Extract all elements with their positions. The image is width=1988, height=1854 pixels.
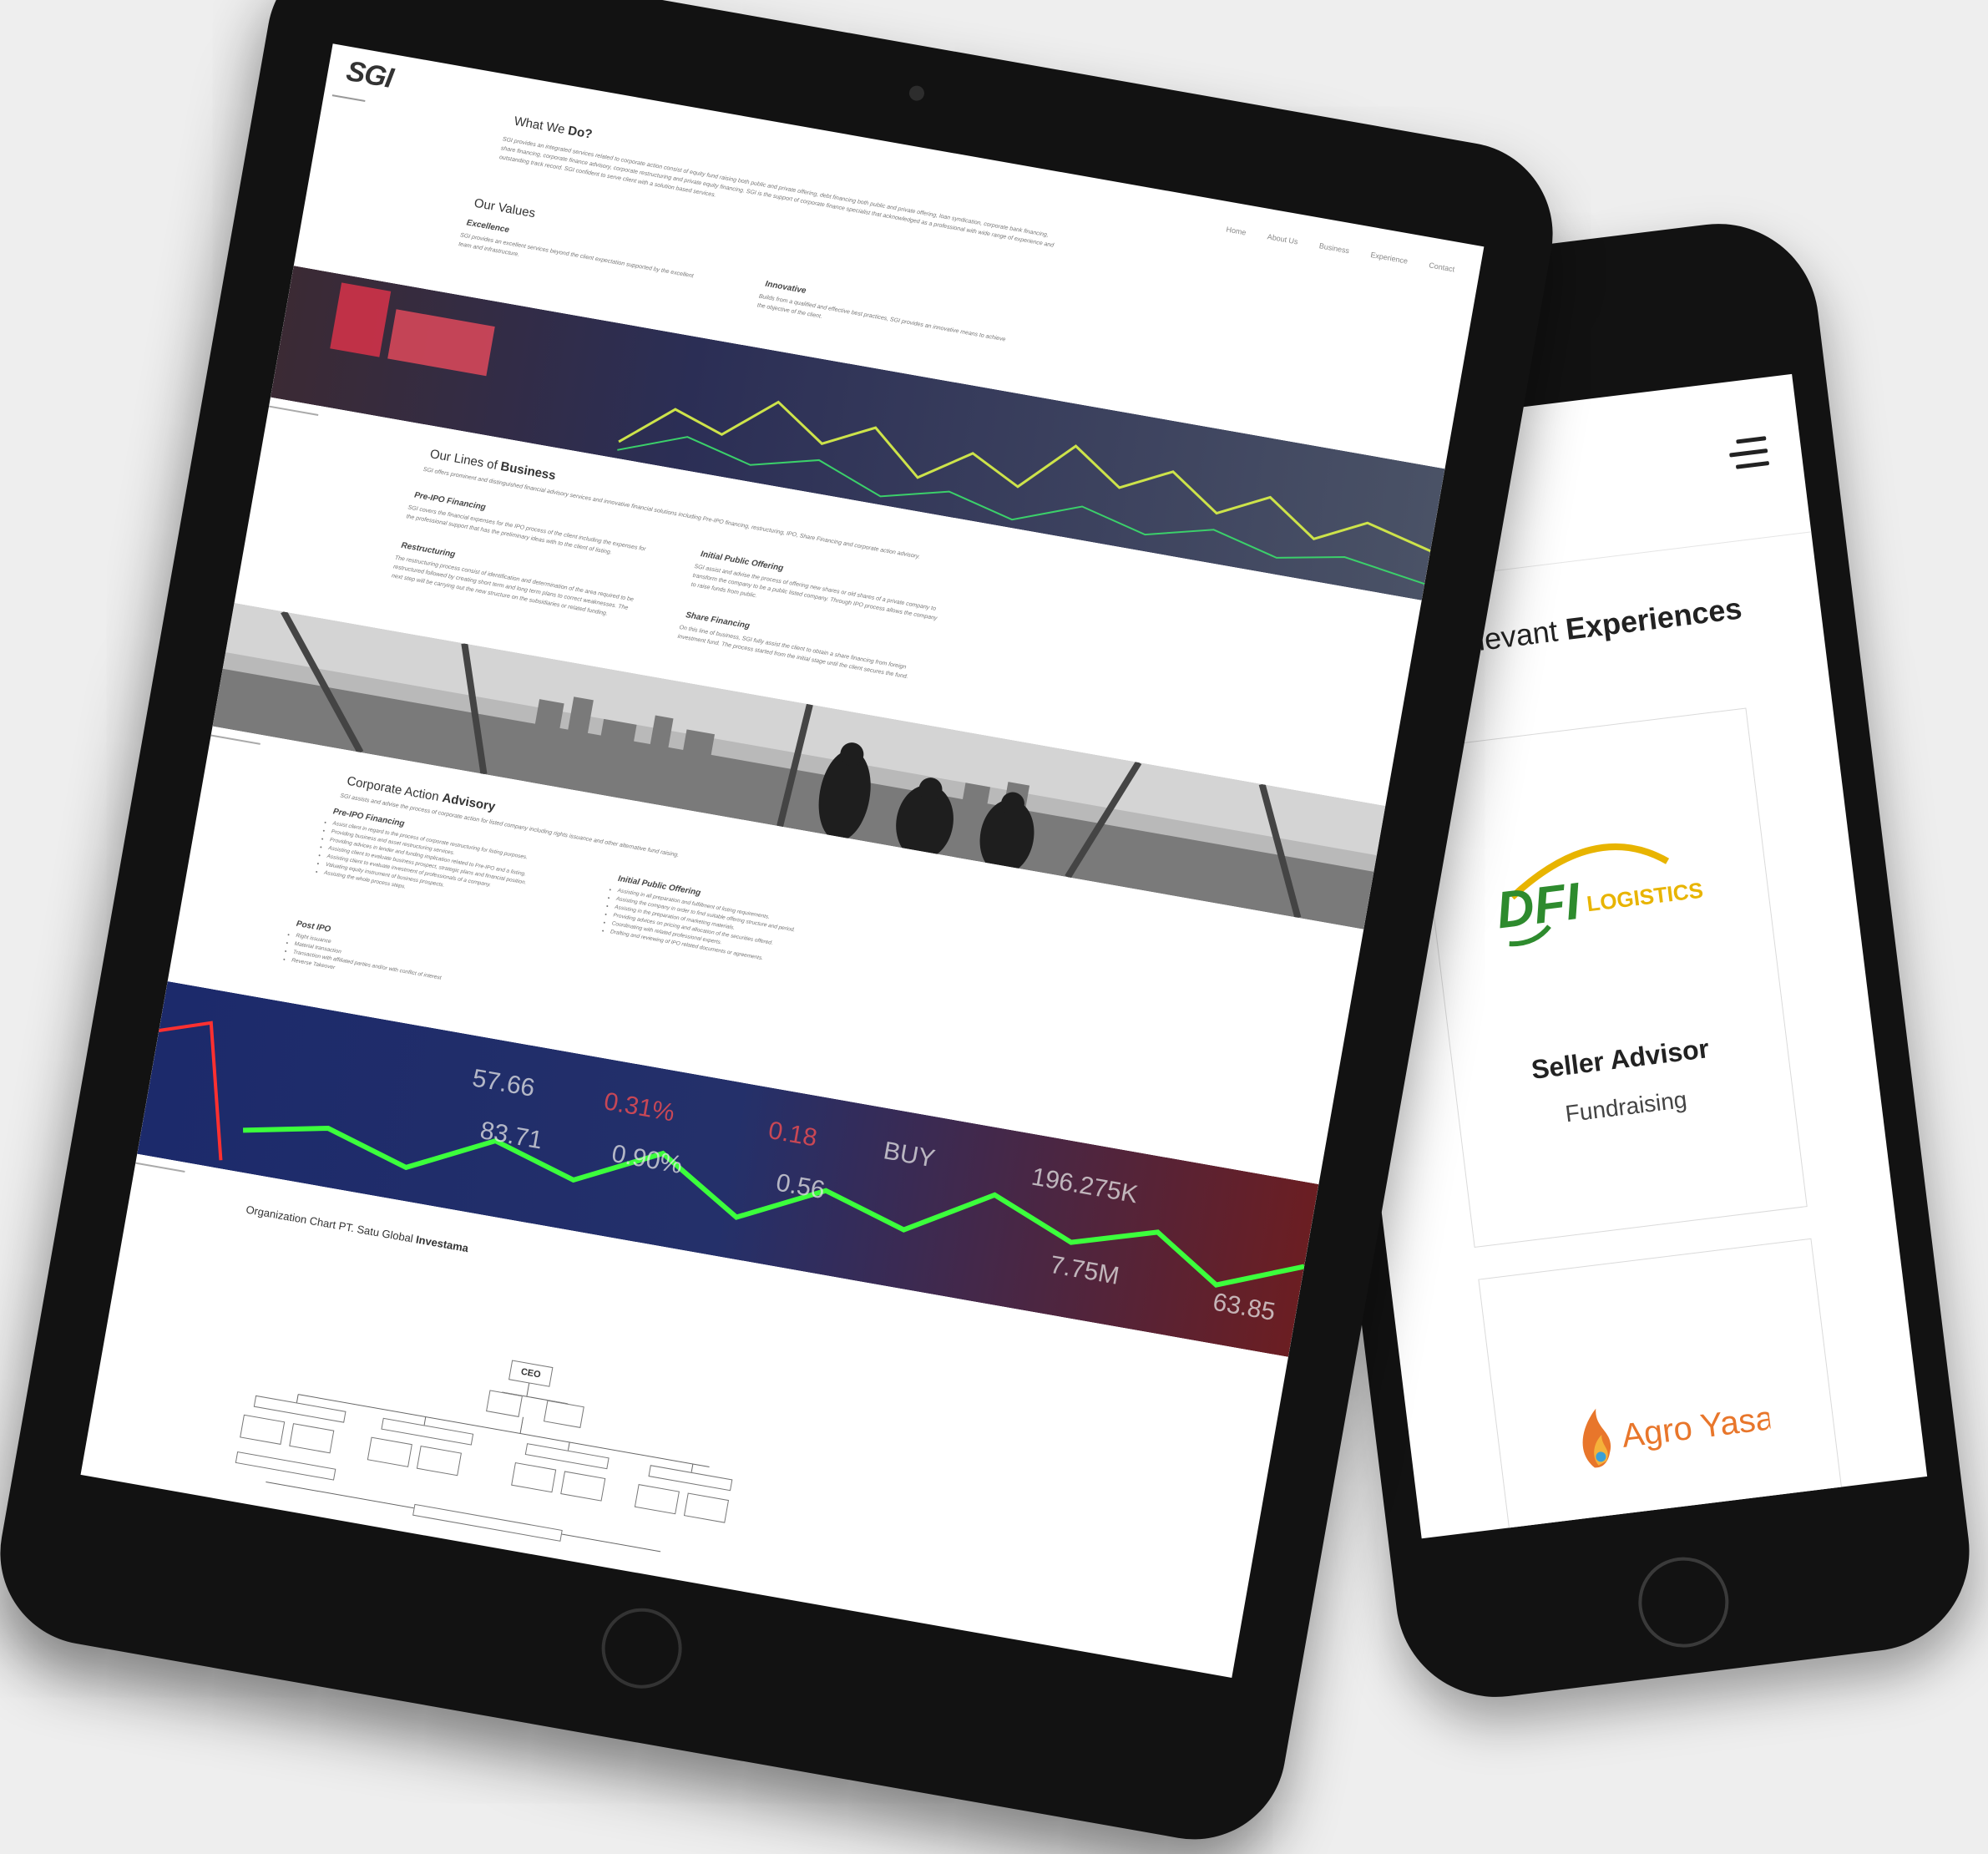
title-bold-text: Investama <box>414 1233 470 1255</box>
heading-bold-text: Experiences <box>1563 590 1744 646</box>
section-divider <box>135 1162 185 1173</box>
org-chart-diagram: CEO <box>230 1312 772 1583</box>
org-chart-title: Organization Chart PT. Satu Global Inves… <box>245 1203 469 1255</box>
title-light-text: What We <box>513 114 569 138</box>
title-light-text: Organization Chart PT. Satu Global <box>245 1203 417 1246</box>
experience-card[interactable]: Agro Yasa <box>1478 1238 1853 1539</box>
nav-experience[interactable]: Experience <box>1370 251 1409 266</box>
business-restructuring-text: The restructuring process consist of ide… <box>391 555 635 617</box>
ca-ipo-list: Assisting in all preparation and fulfill… <box>599 885 865 980</box>
value-innovative-text: Builds from a qualified and effective be… <box>756 293 1006 343</box>
title-bold-text: Do? <box>566 123 594 142</box>
business-share-financing-text: On this line of business, SGI fully assi… <box>677 624 909 681</box>
sgi-logo[interactable]: SGI <box>344 55 395 95</box>
agro-yasa-logo: Agro Yasa <box>1582 1400 1774 1468</box>
what-we-do-text: SGI provides an integrated services rela… <box>498 136 1055 249</box>
ca-post-ipo-list: Right issuance Material transaction Tran… <box>281 930 544 1009</box>
agro-yasa-logo-text: Agro Yasa <box>1620 1400 1774 1455</box>
dfi-logo-sub-text: LOGISTICS <box>1586 878 1705 917</box>
value-excellence-text: SGI provides an excellent services beyon… <box>458 232 695 280</box>
trading-screen-banner: 57.66 0.31% 0.18 BUY 196.275K 83.71 0.90% 0.… <box>137 980 1319 1357</box>
nav-home[interactable]: Home <box>1226 225 1247 237</box>
home-button[interactable] <box>595 1602 689 1695</box>
what-we-do-title: What We Do? <box>513 114 593 142</box>
top-navigation: Home About Us Business Experience Contac… <box>1226 225 1455 274</box>
home-button[interactable] <box>1633 1552 1734 1653</box>
section-divider <box>268 405 319 416</box>
dfi-logistics-logo: DFI LOGISTICS <box>1494 843 1705 947</box>
experience-card[interactable]: DFI LOGISTICS Seller Advisor Fundraising <box>1413 707 1808 1248</box>
trading-screen-image: 57.660.31% 0.18BUY 196.275K83.71 0.90%0.… <box>137 980 1319 1357</box>
tablet-screen: SGI Home About Us Business Experience Co… <box>80 43 1485 1678</box>
tablet-device: SGI Home About Us Business Experience Co… <box>0 0 1568 1854</box>
our-values-title: Our Values <box>473 195 537 221</box>
section-divider <box>210 734 261 745</box>
logo-underline <box>331 94 366 103</box>
nav-about-us[interactable]: About Us <box>1267 232 1298 246</box>
nav-contact[interactable]: Contact <box>1429 261 1455 273</box>
dfi-logo-main-text: DFI <box>1494 873 1585 940</box>
hamburger-menu-icon[interactable] <box>1727 436 1770 470</box>
nav-business[interactable]: Business <box>1318 241 1350 255</box>
camera-icon <box>908 84 926 103</box>
